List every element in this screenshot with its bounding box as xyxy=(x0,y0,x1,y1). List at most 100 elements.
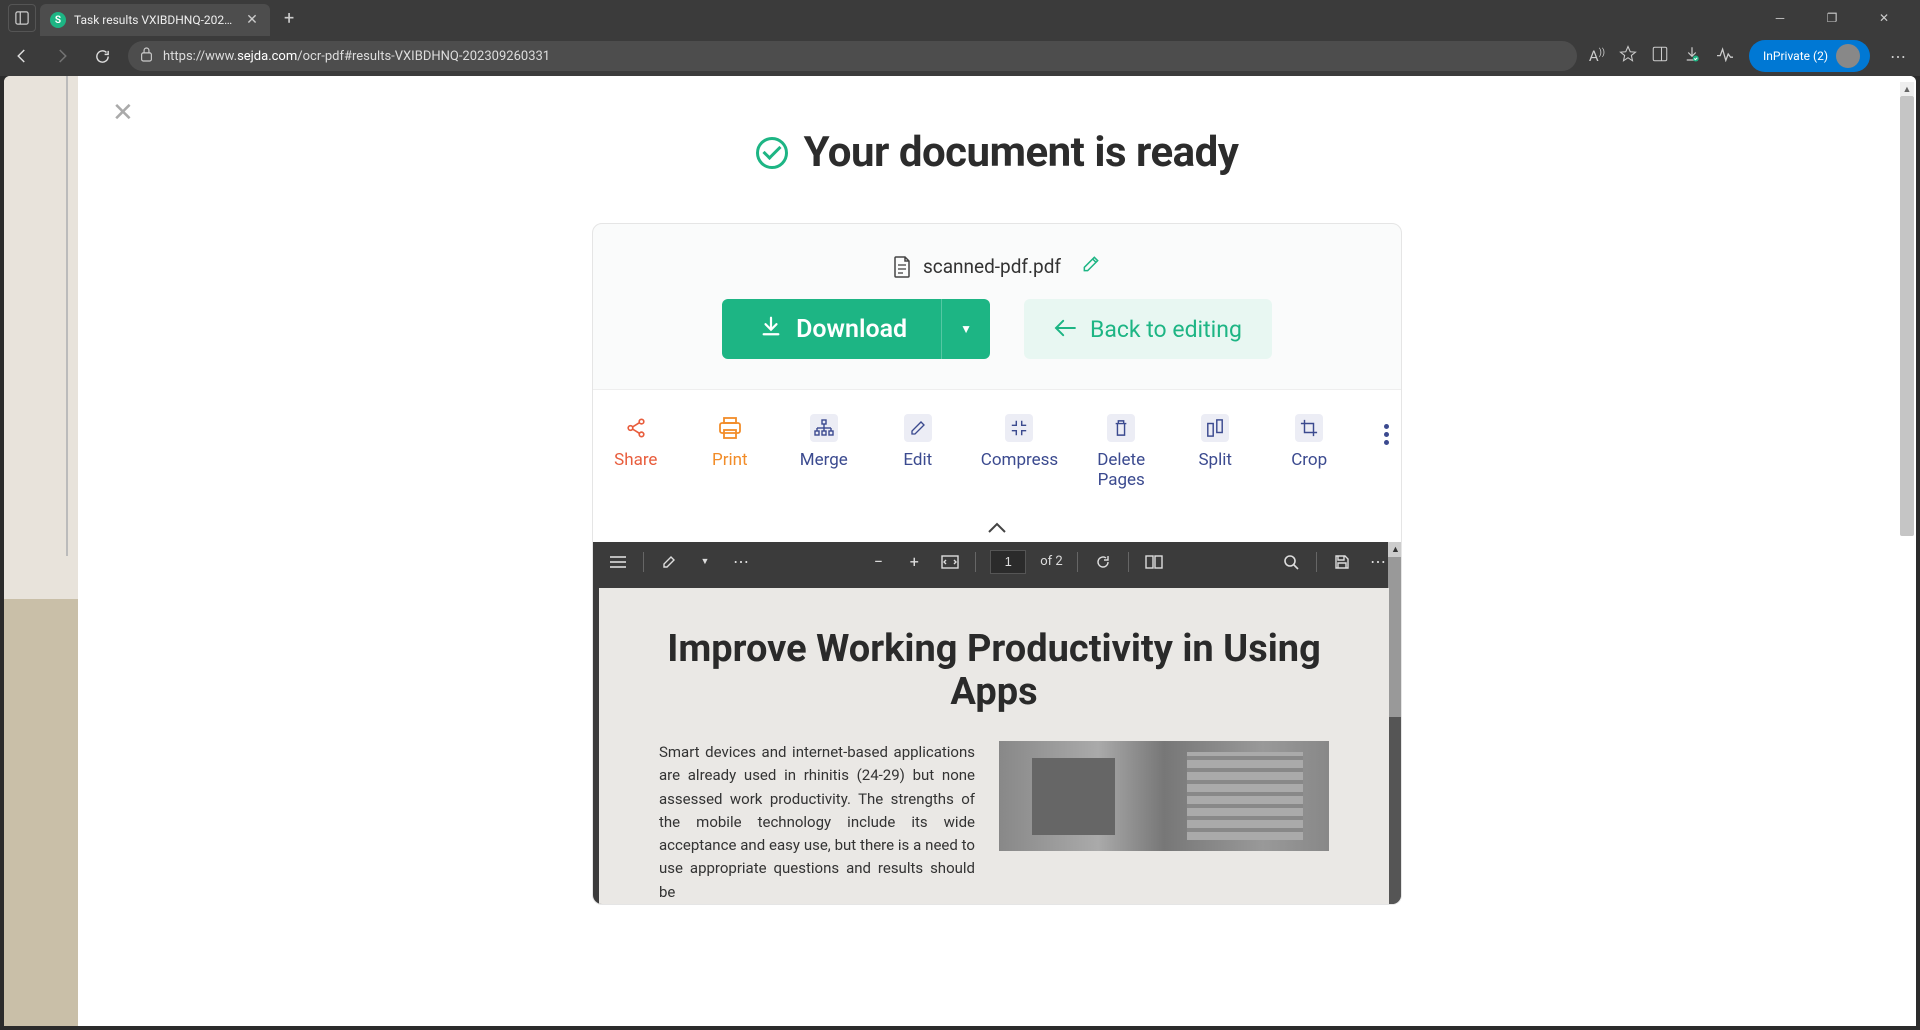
pdf-highlighter-icon[interactable] xyxy=(658,551,680,573)
download-button[interactable]: Download ▼ xyxy=(722,299,990,359)
tool-edit[interactable]: Edit xyxy=(887,414,949,470)
pdf-search-icon[interactable] xyxy=(1280,551,1302,573)
collections-icon[interactable] xyxy=(1651,45,1669,67)
scroll-up-icon[interactable]: ▲ xyxy=(1900,82,1914,96)
collapse-chevron-icon[interactable] xyxy=(593,511,1401,542)
url-text: https://www.sejda.com/ocr-pdf#results-VX… xyxy=(163,49,1565,64)
file-name: scanned-pdf.pdf xyxy=(923,255,1061,278)
address-bar[interactable]: https://www.sejda.com/ocr-pdf#results-VX… xyxy=(128,41,1577,71)
browser-chrome: S Task results VXIBDHNQ-2023092 ✕ + ─ ❐ … xyxy=(0,0,1920,76)
merge-icon xyxy=(810,414,838,442)
tab-title: Task results VXIBDHNQ-2023092 xyxy=(74,13,236,27)
pdf-page-input[interactable] xyxy=(990,550,1026,574)
page-title: Your document is ready xyxy=(804,128,1239,177)
tool-crop[interactable]: Crop xyxy=(1278,414,1340,470)
browser-tab[interactable]: S Task results VXIBDHNQ-2023092 ✕ xyxy=(40,4,270,36)
download-options-caret[interactable]: ▼ xyxy=(941,299,990,359)
download-button-main[interactable]: Download xyxy=(722,315,941,344)
pdf-zoom-in-icon[interactable]: + xyxy=(903,551,925,573)
pdf-scroll-thumb[interactable] xyxy=(1388,557,1402,717)
new-tab-icon[interactable]: + xyxy=(274,8,304,29)
download-label: Download xyxy=(796,315,907,344)
pdf-page: Improve Working Productivity in Using Ap… xyxy=(599,588,1389,904)
inprivate-label: InPrivate (2) xyxy=(1763,49,1828,63)
read-aloud-icon[interactable]: A)) xyxy=(1589,47,1605,65)
tool-compress[interactable]: Compress xyxy=(981,414,1058,470)
pdf-highlighter-caret-icon[interactable]: ▼ xyxy=(694,551,716,573)
tab-actions-icon[interactable] xyxy=(8,4,36,32)
maximize-icon[interactable]: ❐ xyxy=(1812,3,1852,33)
tool-print[interactable]: Print xyxy=(699,414,761,470)
downloads-icon[interactable] xyxy=(1683,45,1701,67)
more-tools-icon[interactable] xyxy=(1384,424,1389,445)
favorite-icon[interactable] xyxy=(1619,45,1637,67)
compress-icon xyxy=(1005,414,1033,442)
tool-label: Share xyxy=(614,450,657,470)
tab-bar: S Task results VXIBDHNQ-2023092 ✕ + ─ ❐ … xyxy=(0,0,1920,36)
background-left-strip xyxy=(4,76,78,1026)
pdf-menu-icon[interactable]: ⋯ xyxy=(1367,551,1389,573)
split-icon xyxy=(1201,414,1229,442)
doc-paragraph: Smart devices and internet-based applica… xyxy=(659,741,975,904)
inprivate-badge[interactable]: InPrivate (2) xyxy=(1749,40,1870,72)
tools-row: Share Print Merge xyxy=(593,389,1401,511)
pdf-save-icon[interactable] xyxy=(1331,551,1353,573)
pdf-more-icon[interactable]: ⋯ xyxy=(730,551,752,573)
tool-share[interactable]: Share xyxy=(605,414,667,470)
menu-icon[interactable]: ⋯ xyxy=(1884,47,1912,66)
delete-icon xyxy=(1107,414,1135,442)
pdf-contents-icon[interactable] xyxy=(607,551,629,573)
result-card: scanned-pdf.pdf Download ▼ xyxy=(592,223,1402,905)
avatar xyxy=(1836,44,1860,68)
back-label: Back to editing xyxy=(1090,316,1242,343)
pdf-rotate-icon[interactable] xyxy=(1092,551,1114,573)
separator xyxy=(1077,552,1078,572)
main-content: ✕ Your document is ready scanned-pdf.pdf xyxy=(78,76,1916,1026)
file-row: scanned-pdf.pdf xyxy=(593,224,1401,299)
back-icon[interactable] xyxy=(8,42,36,70)
tab-close-icon[interactable]: ✕ xyxy=(244,12,260,28)
pdf-viewer: ▲ ▼ ⋯ − xyxy=(593,542,1402,904)
pdf-scroll-up-icon[interactable]: ▲ xyxy=(1388,542,1402,557)
back-to-editing-button[interactable]: Back to editing xyxy=(1024,299,1272,359)
minimize-icon[interactable]: ─ xyxy=(1760,3,1800,33)
separator xyxy=(975,552,976,572)
tool-label: Compress xyxy=(981,450,1058,470)
pdf-page-view-icon[interactable] xyxy=(1143,551,1165,573)
page-wrapper: ✕ Your document is ready scanned-pdf.pdf xyxy=(4,76,1916,1026)
separator xyxy=(1128,552,1129,572)
buttons-row: Download ▼ Back to editing xyxy=(593,299,1401,389)
tool-delete-pages[interactable]: Delete Pages xyxy=(1090,414,1152,491)
pdf-toolbar: ▼ ⋯ − + of 2 xyxy=(593,542,1402,582)
scroll-thumb[interactable] xyxy=(1900,96,1914,536)
pdf-zoom-out-icon[interactable]: − xyxy=(867,551,889,573)
tool-label: Delete Pages xyxy=(1097,450,1145,491)
refresh-icon[interactable] xyxy=(88,42,116,70)
tool-label: Print xyxy=(712,450,748,470)
close-icon[interactable]: ✕ xyxy=(112,98,134,128)
separator xyxy=(643,552,644,572)
rename-icon[interactable] xyxy=(1081,254,1101,279)
pdf-page-total: of 2 xyxy=(1040,554,1062,569)
tool-label: Split xyxy=(1198,450,1231,470)
tool-merge[interactable]: Merge xyxy=(793,414,855,470)
nav-bar: https://www.sejda.com/ocr-pdf#results-VX… xyxy=(0,36,1920,76)
success-check-icon xyxy=(756,137,788,169)
window-controls: ─ ❐ ✕ xyxy=(1760,3,1912,33)
pdf-fit-icon[interactable] xyxy=(939,551,961,573)
forward-icon xyxy=(48,42,76,70)
performance-icon[interactable] xyxy=(1715,46,1735,66)
tool-label: Crop xyxy=(1291,450,1327,470)
doc-body: Smart devices and internet-based applica… xyxy=(659,741,1329,904)
download-arrow-icon xyxy=(760,315,782,343)
share-icon xyxy=(622,414,650,442)
tab-favicon: S xyxy=(50,12,66,28)
file-icon xyxy=(893,256,911,278)
tool-label: Merge xyxy=(800,450,848,470)
print-icon xyxy=(716,414,744,442)
close-window-icon[interactable]: ✕ xyxy=(1864,3,1904,33)
doc-image xyxy=(999,741,1329,851)
page-scrollbar[interactable]: ▲ xyxy=(1900,82,1914,1024)
tool-split[interactable]: Split xyxy=(1184,414,1246,470)
tool-label: Edit xyxy=(903,450,932,470)
